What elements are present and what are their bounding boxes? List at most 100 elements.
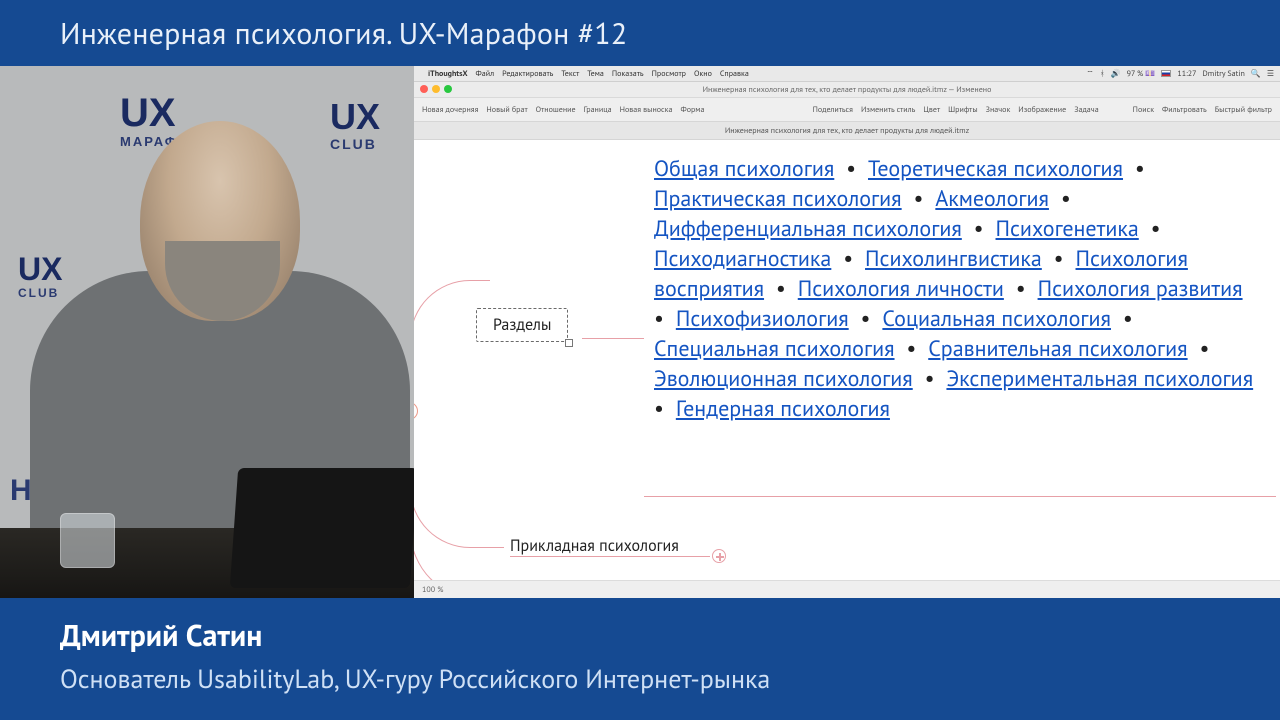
separator-dot: • [849, 305, 883, 333]
separator-dot: • [764, 275, 798, 303]
separator-dot: • [913, 365, 947, 393]
psychology-link[interactable]: Эволюционная психология [654, 365, 913, 393]
psychology-link[interactable]: Специальная психология [654, 335, 895, 363]
toolbar-button[interactable]: Новый брат [486, 105, 527, 115]
separator-dot: • [962, 215, 996, 243]
menu-item[interactable]: Справка [720, 69, 749, 79]
zoom-icon[interactable] [444, 85, 452, 93]
app-name[interactable]: iThoughtsX [428, 69, 468, 79]
psychology-link[interactable]: Психология личности [798, 275, 1004, 303]
window-title-text: Инженерная психология для тех, кто делае… [703, 85, 992, 95]
psychology-link[interactable]: Практическая психология [654, 185, 902, 213]
separator-dot: • [831, 245, 865, 273]
branch-line [414, 412, 538, 598]
backdrop-logo: UX [18, 251, 62, 288]
separator-dot: • [1139, 215, 1167, 243]
close-icon[interactable] [420, 85, 428, 93]
toolbar-button[interactable]: Значок [986, 105, 1011, 115]
window-titlebar[interactable]: Инженерная психология для тех, кто делае… [414, 82, 1280, 98]
menu-item[interactable]: Просмотр [652, 69, 686, 79]
separator-dot: • [1049, 185, 1077, 213]
battery-status[interactable]: 97 % 💷 [1127, 69, 1156, 79]
menu-item[interactable]: Тема [587, 69, 604, 79]
node-underline [510, 556, 710, 557]
toolbar-button[interactable]: Новая дочерняя [422, 105, 478, 115]
app-toolbar[interactable]: Новая дочерняя Новый брат Отношение Гран… [414, 98, 1280, 122]
spotlight-icon[interactable]: 🔍 [1251, 69, 1261, 79]
speaker-name: Дмитрий Сатин [60, 616, 1280, 655]
psychology-link[interactable]: Психология развития [1038, 275, 1243, 303]
separator-dot: • [902, 185, 936, 213]
mindmap-canvas[interactable]: Разделы Общая психология • Теоретическая… [414, 140, 1280, 580]
toolbar-button[interactable]: Форма [680, 105, 704, 115]
window-controls[interactable] [420, 85, 452, 93]
expand-toggle-icon[interactable] [712, 549, 726, 563]
mindmap-node-links[interactable]: Общая психология • Теоретическая психоло… [644, 148, 1274, 432]
toolbar-button[interactable]: Шрифты [948, 105, 978, 115]
separator-dot: • [1188, 335, 1216, 363]
branch-line [582, 338, 644, 339]
backdrop-logo: UX [120, 91, 176, 136]
lower-third: Дмитрий Сатин Основатель UsabilityLab, U… [0, 598, 1280, 720]
separator-dot: • [834, 155, 868, 183]
zoom-level[interactable]: 100 % [422, 585, 443, 595]
toolbar-button[interactable]: Новая выноска [620, 105, 673, 115]
toolbar-button[interactable]: Изображение [1018, 105, 1066, 115]
speaker-video: UX МАРАФОН UX CLUB UX CLUB Н [0, 66, 414, 598]
menu-item[interactable]: Окно [694, 69, 712, 79]
psychology-link[interactable]: Общая психология [654, 155, 834, 183]
psychology-link[interactable]: Психогенетика [996, 215, 1139, 243]
volume-icon[interactable]: 🔊 [1111, 69, 1121, 79]
node-label: Разделы [493, 315, 551, 335]
shared-screen: iThoughtsX Файл Редактировать Текст Тема… [414, 66, 1280, 598]
psychology-link[interactable]: Акмеология [935, 185, 1049, 213]
toolbar-button[interactable]: Поиск [1133, 105, 1154, 115]
backdrop-logo-sub: CLUB [330, 136, 377, 152]
video-title-bar: Инженерная психология. UX-Марафон #12 [0, 0, 1280, 66]
separator-dot: • [1123, 155, 1151, 183]
wifi-icon[interactable]: ⌔ [1086, 69, 1094, 79]
toolbar-button[interactable]: Цвет [923, 105, 940, 115]
mac-menubar[interactable]: iThoughtsX Файл Редактировать Текст Тема… [414, 66, 1280, 82]
toolbar-button[interactable]: Граница [584, 105, 612, 115]
menu-item[interactable]: Показать [612, 69, 644, 79]
psychology-link[interactable]: Экспериментальная психология [946, 365, 1253, 393]
clock[interactable]: 11:27 [1177, 69, 1196, 79]
mindmap-node-selected[interactable]: Разделы [476, 308, 568, 342]
node-underline [644, 496, 1276, 497]
toolbar-button[interactable]: Изменить стиль [861, 105, 915, 115]
psychology-link[interactable]: Социальная психология [882, 305, 1111, 333]
toolbar-button[interactable]: Поделиться [813, 105, 853, 115]
toolbar-button[interactable]: Отношение [536, 105, 576, 115]
backdrop-logo: UX [330, 96, 380, 138]
toolbar-button[interactable]: Задача [1074, 105, 1098, 115]
document-tab-bar[interactable]: Инженерная психология для тех, кто делае… [414, 122, 1280, 140]
psychology-link[interactable]: Психофизиология [676, 305, 849, 333]
menu-item[interactable]: Текст [561, 69, 579, 79]
app-status-bar: 100 % [414, 580, 1280, 598]
notification-center-icon[interactable]: ☰ [1267, 69, 1274, 79]
psychology-link[interactable]: Гендерная психология [676, 395, 890, 423]
input-source-ru-icon[interactable] [1161, 70, 1171, 77]
psychology-link[interactable]: Психодиагностика [654, 245, 831, 273]
resize-handle-icon[interactable] [565, 339, 573, 347]
psychology-link[interactable]: Психолингвистика [865, 245, 1042, 273]
menu-item[interactable]: Редактировать [502, 69, 553, 79]
separator-dot: • [895, 335, 929, 363]
toolbar-button[interactable]: Фильтровать [1162, 105, 1207, 115]
user-name[interactable]: Dmitry Satin [1203, 69, 1245, 79]
psychology-link[interactable]: Дифференциальная психология [654, 215, 962, 243]
toolbar-button[interactable]: Быстрый фильтр [1215, 105, 1272, 115]
psychology-link[interactable]: Теоретическая психология [868, 155, 1123, 183]
video-title: Инженерная психология. UX-Марафон #12 [60, 14, 627, 53]
separator-dot: • [1042, 245, 1076, 273]
branch-line [414, 280, 490, 404]
menu-item[interactable]: Файл [476, 69, 495, 79]
bluetooth-icon[interactable]: ᚼ [1100, 69, 1105, 79]
laptop [230, 468, 414, 588]
psychology-link[interactable]: Сравнительная психология [928, 335, 1187, 363]
backdrop-logo-sub: CLUB [18, 286, 59, 300]
separator-dot: • [1111, 305, 1139, 333]
document-tab[interactable]: Инженерная психология для тех, кто делае… [725, 126, 969, 136]
minimize-icon[interactable] [432, 85, 440, 93]
